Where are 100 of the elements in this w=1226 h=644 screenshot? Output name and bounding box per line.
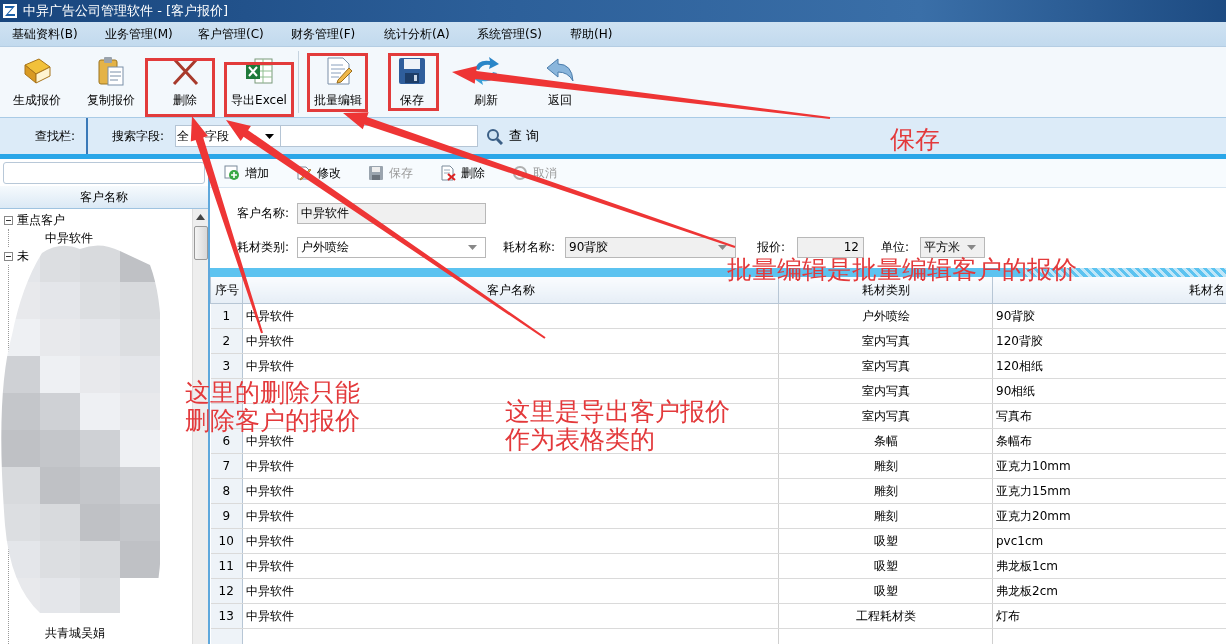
toolbar-button[interactable]: 删除: [440, 164, 512, 182]
table-cell: 弗龙板2cm: [996, 583, 1058, 598]
toolbar-button[interactable]: 保存: [375, 47, 449, 117]
table-cell: 弗龙板1cm: [996, 558, 1058, 573]
row-number: 12: [218, 584, 234, 598]
column-header: 客户名称: [80, 188, 128, 206]
filter-field[interactable]: [3, 162, 205, 184]
dropdown-arrow-icon: [468, 244, 477, 250]
dropdown-field[interactable]: 平方米: [920, 236, 985, 258]
search-button[interactable]: 查 询: [486, 127, 540, 145]
text-field[interactable]: 中异软件: [297, 202, 486, 224]
annotation-text: 保存: [890, 126, 940, 154]
search-icon: [486, 127, 503, 145]
toolbar-button[interactable]: 删除: [148, 47, 222, 117]
search-bar-label: 查找栏:: [34, 127, 75, 145]
table-cell: 室内写真: [861, 383, 910, 398]
app-icon: [3, 4, 17, 18]
row-number: 13: [218, 609, 234, 623]
table-cell: 90背胶: [996, 308, 1036, 323]
book-icon: [21, 55, 53, 87]
table-cell: 户外喷绘: [861, 308, 910, 323]
row-number: 11: [218, 559, 234, 573]
collapse-icon[interactable]: [4, 215, 13, 225]
table-cell: 工程耗材类: [855, 608, 916, 623]
table-cell: 灯布: [996, 608, 1020, 623]
table-cell: 120背胶: [996, 333, 1043, 348]
table-cell: 吸塑: [873, 583, 898, 598]
field-label: 耗材类别:: [237, 238, 291, 256]
table-cell: 吸塑: [873, 558, 898, 573]
field-label: 报价:: [757, 238, 787, 256]
table-cell: 室内写真: [861, 408, 910, 423]
spreadsheet-icon: [243, 55, 275, 87]
toolbar-button[interactable]: 复制报价: [74, 47, 148, 117]
table-cell: 写真布: [996, 408, 1032, 423]
toolbar-button[interactable]: 生成报价: [0, 47, 74, 117]
window-title: 中异广告公司管理软件 - [客户报价]: [23, 2, 229, 20]
toolbar-button[interactable]: 返回: [523, 47, 597, 117]
highlight-frame: [307, 53, 368, 112]
column-header[interactable]: 耗材类别: [861, 282, 910, 297]
row-number: 6: [222, 434, 231, 448]
row-number: 10: [218, 534, 234, 548]
save-icon: [396, 55, 428, 87]
dropdown-arrow-icon: [718, 244, 727, 250]
tree-node-label[interactable]: 重点客户: [17, 211, 65, 229]
table-cell: 亚克力10mm: [996, 458, 1071, 473]
column-header[interactable]: 耗材名: [1188, 282, 1225, 297]
highlight-frame: [224, 62, 294, 117]
add-icon: [224, 165, 240, 181]
document-delete-icon: [440, 165, 456, 181]
table-cell: 室内写真: [861, 333, 910, 348]
tree-node-label[interactable]: 共青城吴娟: [45, 624, 105, 642]
row-number: 7: [222, 459, 231, 473]
table-cell: 中异软件: [246, 458, 294, 473]
field-label: 客户名称:: [237, 204, 291, 222]
table-cell: 中异软件: [246, 358, 294, 373]
text-field[interactable]: 12: [797, 236, 864, 258]
table-cell: 中异软件: [246, 533, 294, 548]
annotation-text: 这里是导出客户报价: [505, 398, 730, 426]
dropdown-field[interactable]: 户外喷绘: [297, 236, 486, 258]
table-cell: 条幅: [873, 433, 898, 448]
table-cell: 雕刻: [873, 508, 898, 523]
field-label: 耗材名称:: [503, 238, 557, 256]
table-cell: 亚克力15mm: [996, 483, 1071, 498]
tree-node-label[interactable]: 中异软件: [45, 229, 93, 247]
dropdown-arrow-icon: [265, 133, 274, 139]
save-icon: [368, 165, 384, 181]
annotation-text: 作为表格类的: [505, 426, 656, 454]
table-cell: 中异软件: [246, 583, 294, 598]
column-header[interactable]: 客户名称: [486, 282, 535, 297]
table-cell: 条幅布: [996, 433, 1032, 448]
table-cell: 雕刻: [873, 483, 898, 498]
table-cell: 90相纸: [996, 383, 1036, 398]
table-cell: 中异软件: [246, 483, 294, 498]
menu-item[interactable]: 系统管理(S): [477, 25, 570, 43]
row-number: 9: [222, 509, 231, 523]
dropdown-arrow-icon: [967, 244, 976, 250]
menu-item[interactable]: 统计分析(A): [384, 25, 477, 43]
menu-item[interactable]: 基础资料(B): [12, 25, 105, 43]
menu-item[interactable]: 客户管理(C): [198, 25, 291, 43]
tree-node-label[interactable]: 未: [17, 247, 29, 265]
highlight-frame: [145, 58, 215, 117]
table-cell: 中异软件: [246, 558, 294, 573]
field-label: 搜索字段:: [112, 127, 166, 145]
table-cell: 中异软件: [246, 433, 294, 448]
menu-item[interactable]: 帮助(H): [570, 25, 663, 43]
scrollbar-thumb[interactable]: [193, 226, 208, 260]
row-number: 3: [222, 359, 231, 373]
collapse-icon[interactable]: [4, 251, 13, 261]
menu-item[interactable]: 财务管理(F): [291, 25, 384, 43]
table-cell: 吸塑: [873, 533, 898, 548]
table-cell: 中异软件: [246, 608, 294, 623]
menu-item[interactable]: 业务管理(M): [105, 25, 198, 43]
table-cell: 亚克力20mm: [996, 508, 1071, 523]
dropdown-field[interactable]: 90背胶: [565, 236, 736, 258]
row-number: 2: [222, 334, 231, 348]
table-cell: 室内写真: [861, 358, 910, 373]
scroll-up-icon[interactable]: [196, 214, 205, 220]
toolbar-button[interactable]: 导出Excel: [222, 47, 296, 117]
table-cell: 中异软件: [246, 508, 294, 523]
table-cell: 中异软件: [246, 333, 294, 348]
